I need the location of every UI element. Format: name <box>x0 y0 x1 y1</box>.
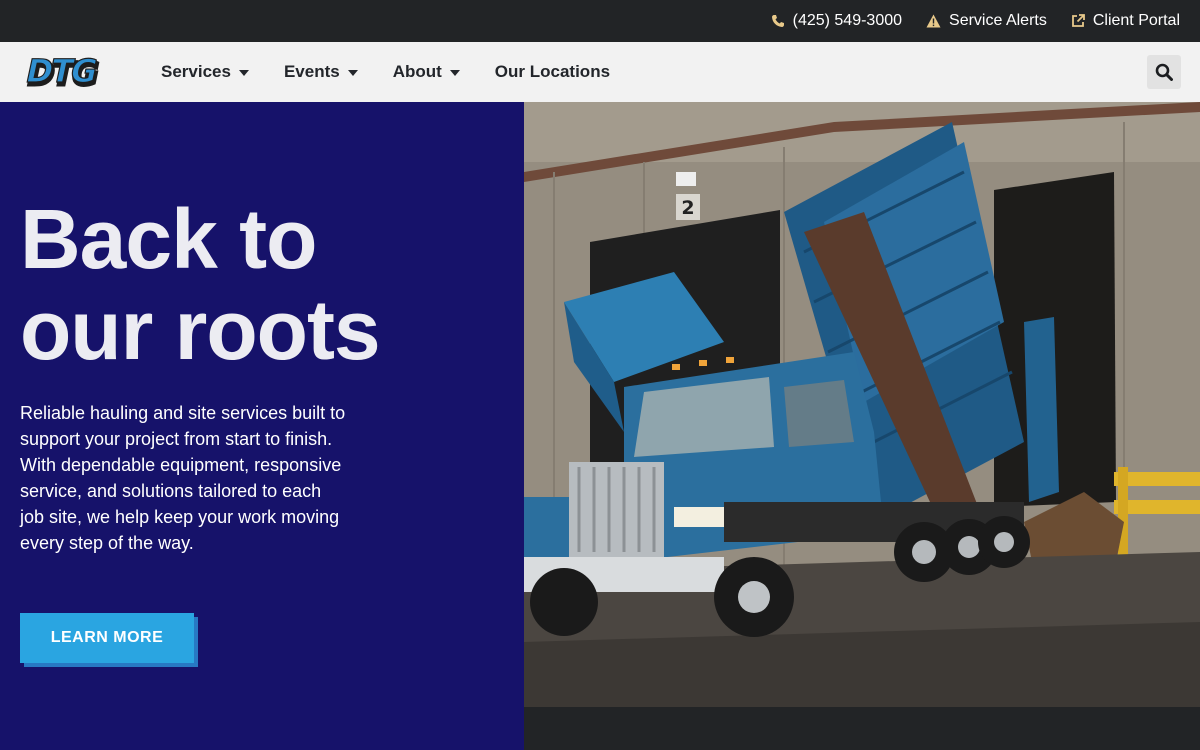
client-portal-label: Client Portal <box>1092 12 1180 29</box>
svg-text:2: 2 <box>681 197 694 219</box>
nav-item-label: About <box>392 62 442 81</box>
nav-item-services[interactable]: Services <box>161 62 249 82</box>
service-alerts-label: Service Alerts <box>949 12 1047 29</box>
svg-text:DTG: DTG <box>23 55 100 90</box>
dtg-logo[interactable]: DTG DTG <box>20 52 126 95</box>
service-alerts-link[interactable]: Service Alerts <box>926 12 1047 30</box>
hero-headline-line-1: Back to <box>20 192 317 286</box>
learn-more-button[interactable]: LEARN MORE <box>20 613 194 663</box>
search-icon <box>1155 63 1173 81</box>
external-link-icon <box>1071 14 1085 27</box>
client-portal-link[interactable]: Client Portal <box>1071 12 1180 30</box>
hero-panel: Back to our roots Reliable hauling and s… <box>0 102 524 750</box>
caret-down-icon <box>449 70 460 76</box>
hero-headline-line-2: our roots <box>20 283 381 377</box>
main-nav: DTG DTG Services Events About Our Locati… <box>0 42 1200 102</box>
hero-headline: Back to our roots <box>20 194 500 376</box>
learn-more-wrapper: LEARN MORE <box>20 613 198 667</box>
nav-item-label: Services <box>161 62 231 81</box>
phone-number: (425) 549-3000 <box>792 12 903 29</box>
nav-item-label: Our Locations <box>494 62 611 81</box>
caret-down-icon <box>238 70 249 76</box>
nav-item-our-locations[interactable]: Our Locations <box>495 62 610 82</box>
warning-icon <box>926 14 941 28</box>
nav-menu: Services Events About Our Locations <box>161 42 610 102</box>
nav-item-label: Events <box>283 62 340 81</box>
hero-photo: 2 <box>524 102 1200 707</box>
nav-item-about[interactable]: About <box>393 62 460 82</box>
photo-caption-strip <box>524 707 1200 750</box>
phone-icon <box>771 15 784 27</box>
hero-description: Reliable hauling and site services built… <box>20 403 346 553</box>
utility-bar: (425) 549-3000 Service Alerts Client Por… <box>0 0 1200 42</box>
caret-down-icon <box>347 70 358 76</box>
phone-link[interactable]: (425) 549-3000 <box>771 12 902 30</box>
nav-item-events[interactable]: Events <box>284 62 358 82</box>
search-button[interactable] <box>1147 55 1181 89</box>
